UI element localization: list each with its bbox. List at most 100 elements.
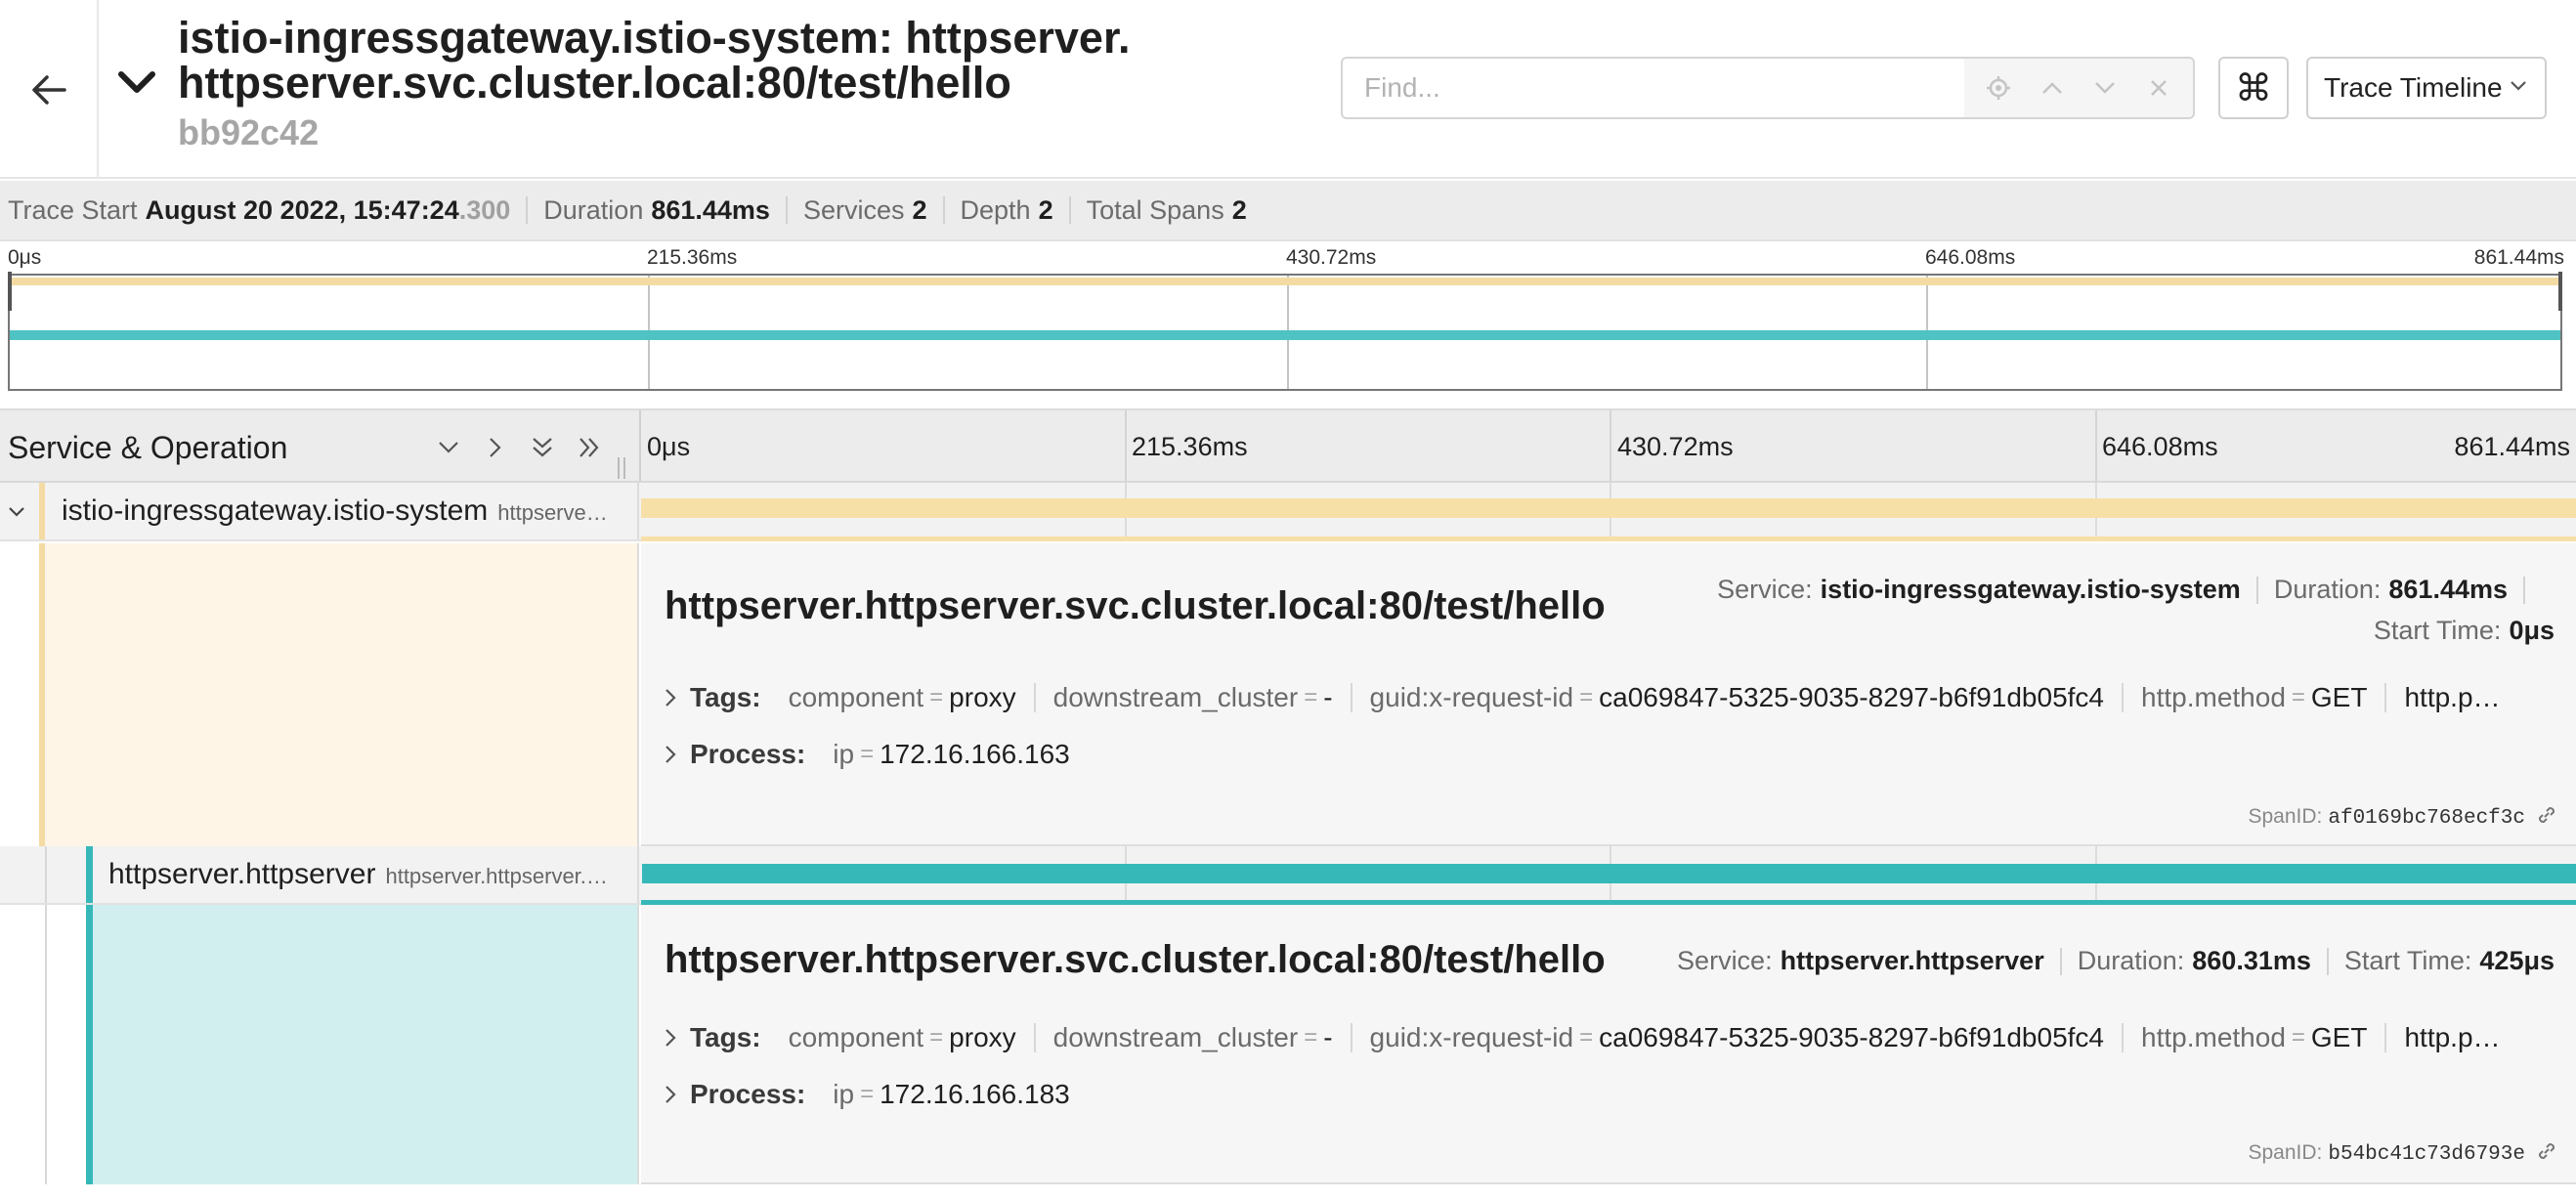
span-detail-operation: httpserver.httpserver.svc.cluster.local:… (665, 938, 1606, 981)
trace-duration: Duration 861.44ms (543, 195, 788, 225)
chevron-right-icon[interactable] (665, 745, 676, 764)
span-detail-service: istio-ingressgateway.istio-system (1820, 575, 2241, 604)
span-row-name[interactable]: httpserver.httpserver httpserver.httpserv… (0, 846, 639, 903)
meta-divider (2523, 576, 2525, 604)
chevron-down-icon[interactable] (2085, 68, 2125, 107)
close-icon[interactable] (2139, 68, 2178, 107)
minimap-left-handle[interactable] (8, 272, 12, 311)
trace-total-spans: Total Spans 2 (1086, 194, 1247, 225)
span-bar[interactable] (641, 498, 2576, 518)
minimap-span-bar-ingress (10, 278, 2560, 285)
equals-sign: = (929, 684, 944, 710)
span-id-value: b54bc41c73d6793e (2328, 1143, 2525, 1166)
tag-divider (1033, 683, 1036, 712)
meta-divider (2255, 576, 2258, 604)
keyboard-shortcuts-button[interactable]: ⌘ (2218, 57, 2289, 119)
chevron-up-icon[interactable] (2033, 68, 2072, 107)
trace-total-spans-value: 2 (1231, 194, 1247, 225)
equals-sign: = (929, 1024, 944, 1050)
collapse-header-toggle[interactable] (117, 68, 162, 107)
minimap-right-handle[interactable] (2558, 272, 2562, 311)
trace-summary-bar: Trace Start August 20 2022, 15:47:24.300… (0, 181, 2576, 241)
span-detail-meta: Service: httpserver.httpserver Duration: 8… (1677, 946, 2555, 975)
equals-sign: = (1579, 684, 1594, 710)
span-bar-area[interactable] (641, 483, 2576, 541)
span-detail-panel: httpserver.httpserver.svc.cluster.local:… (641, 905, 2576, 1184)
tag-divider (2122, 683, 2125, 712)
chevron-right-icon[interactable] (665, 688, 676, 707)
process-label: Process: (690, 739, 806, 769)
span-row-ingress[interactable]: istio-ingressgateway.istio-system httpser… (0, 483, 2576, 541)
span-detail-meta: Service: istio-ingressgateway.istio-syste… (1717, 575, 2541, 605)
span-bar[interactable] (642, 864, 2576, 883)
chevron-right-icon[interactable] (665, 1085, 676, 1104)
span-row-httpserver[interactable]: httpserver.httpserver httpserver.httpserv… (0, 846, 2576, 905)
equals-sign: = (2291, 1024, 2305, 1050)
tag-divider (2122, 1023, 2125, 1052)
chevron-right-icon[interactable] (665, 1028, 676, 1048)
locate-icon[interactable] (1979, 68, 2018, 107)
span-color-indicator (86, 905, 93, 1184)
meta-divider (2059, 947, 2062, 975)
trace-depth: Depth 2 (961, 194, 1071, 225)
span-operation: httpserve… (497, 500, 608, 525)
timeline-tick: 0μs (647, 432, 691, 461)
link-icon[interactable] (2535, 803, 2558, 827)
equals-sign: = (860, 741, 875, 767)
minimap-tick: 430.72ms (1286, 246, 1377, 269)
expand-one-icon[interactable] (430, 432, 467, 463)
tree-guide-line (45, 846, 47, 903)
find-box (1341, 57, 1998, 119)
back-button[interactable] (0, 0, 99, 179)
tag-item: downstream_cluster = - (1053, 1022, 1370, 1053)
span-color-indicator (86, 846, 93, 903)
tag-item: component = proxy (789, 682, 1053, 713)
expand-all-icon[interactable] (524, 432, 561, 463)
collapse-one-icon[interactable] (477, 432, 514, 463)
tag-divider (2384, 683, 2387, 712)
timeline-tick: 215.36ms (1132, 432, 1248, 461)
link-icon[interactable] (2535, 1139, 2558, 1163)
span-detail-tint (93, 905, 639, 1184)
trace-depth-value: 2 (1038, 194, 1053, 225)
column-resizer-handle[interactable] (616, 457, 627, 479)
span-process-row[interactable]: Process: ip = 172.16.166.183 (665, 1079, 2560, 1110)
span-tags-row[interactable]: Tags: component = proxy downstream_cluster… (665, 1022, 2560, 1053)
collapse-all-icon[interactable] (571, 432, 608, 463)
span-row-name[interactable]: istio-ingressgateway.istio-system httpser… (0, 483, 639, 539)
span-bar-underline (641, 536, 2576, 541)
span-detail-duration: 861.44ms (2388, 575, 2508, 604)
span-tags-row[interactable]: Tags: component = proxy downstream_cluster… (665, 682, 2560, 713)
span-bar-area[interactable] (641, 846, 2576, 905)
find-input[interactable] (1343, 59, 1968, 117)
span-detail-duration: 860.31ms (2192, 946, 2311, 975)
tag-item: guid:x-request-id = ca069847-5325-9035-829… (1370, 682, 2141, 713)
chevron-down-icon[interactable] (8, 506, 25, 518)
equals-sign: = (1579, 1024, 1594, 1050)
process-item: ip = 172.16.166.163 (833, 739, 1070, 769)
process-item: ip = 172.16.166.183 (833, 1079, 1070, 1109)
tag-item: downstream_cluster = - (1053, 682, 1370, 713)
tag-item: http.method = GET (2141, 682, 2404, 713)
trace-start-ms: .300 (458, 194, 511, 225)
span-service: httpserver.httpserver (108, 858, 376, 890)
tag-divider (1033, 1023, 1036, 1052)
trace-title: istio-ingressgateway.istio-system: https… (178, 13, 1131, 107)
minimap-tick: 646.08ms (1925, 246, 2016, 269)
timeline-header: Service & Operation 0μs 215.36ms 430.72m… (0, 408, 2576, 483)
tag-divider (2384, 1023, 2387, 1052)
trace-id: bb92c42 (178, 112, 320, 152)
tag-divider (1350, 1023, 1352, 1052)
trace-page-header: istio-ingressgateway.istio-system: https… (0, 0, 2576, 179)
span-color-indicator (39, 483, 45, 539)
timeline-tick: 646.08ms (2102, 432, 2218, 461)
view-selector-dropdown[interactable]: Trace Timeline (2306, 57, 2547, 119)
span-process-row[interactable]: Process: ip = 172.16.166.163 (665, 739, 2560, 770)
span-detail-start-value: 425μs (2479, 946, 2555, 975)
span-detail-start-value: 0μs (2509, 616, 2555, 645)
column-divider[interactable] (639, 410, 641, 481)
span-id-value: af0169bc768ecf3c (2328, 807, 2525, 830)
trace-minimap[interactable] (8, 272, 2562, 391)
tag-item: http.method = GET (2141, 1022, 2404, 1053)
minimap-span-bar-httpserver (10, 330, 2560, 340)
